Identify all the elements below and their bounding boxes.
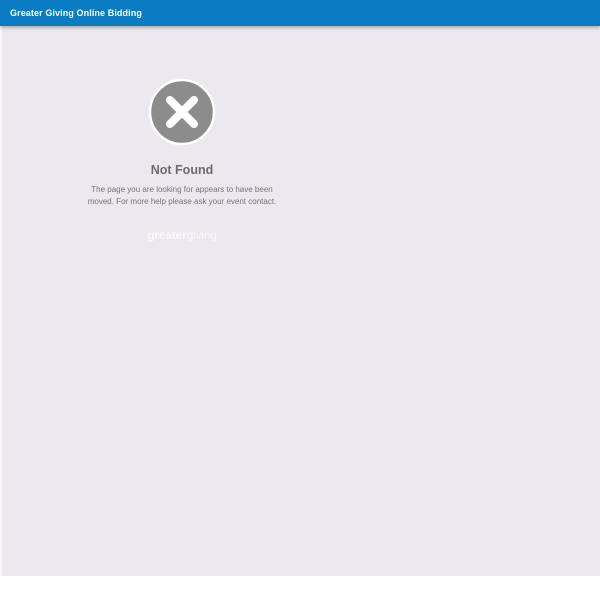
app-header: Greater Giving Online Bidding: [0, 0, 600, 26]
close-circle-icon: [148, 78, 216, 146]
logo-part-2: giving: [186, 228, 217, 242]
app-title: Greater Giving Online Bidding: [10, 8, 142, 18]
logo-part-1: greater: [147, 228, 187, 242]
error-message: The page you are looking for appears to …: [87, 185, 277, 206]
not-found-panel: Not Found The page you are looking for a…: [80, 78, 284, 247]
error-title: Not Found: [150, 163, 214, 177]
greater-giving-logo: greatergiving: [80, 228, 284, 242]
